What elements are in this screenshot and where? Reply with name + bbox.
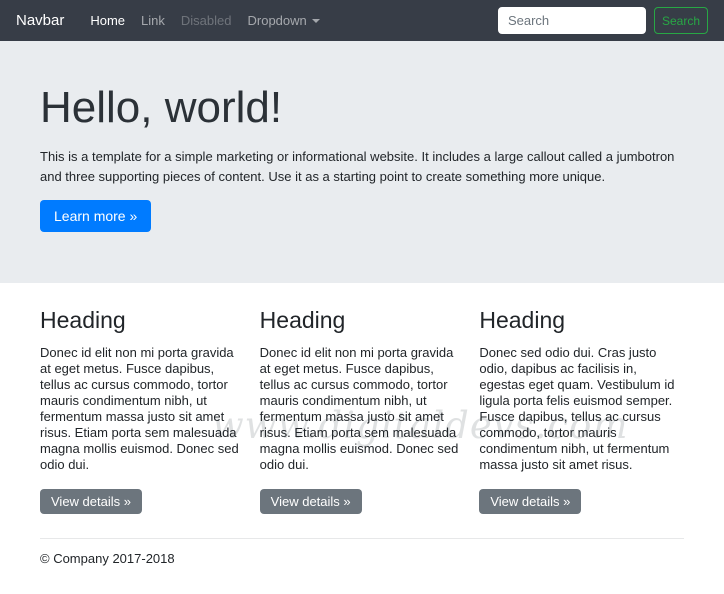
content: Heading Donec id elit non mi porta gravi… (0, 283, 724, 566)
copyright-text: © Company 2017-2018 (40, 550, 175, 566)
navbar-nav: Home Link Disabled Dropdown (82, 9, 327, 32)
column-heading: Heading (479, 307, 566, 333)
column-body: Donec id elit non mi porta gravida at eg… (259, 344, 459, 472)
view-details-button-1[interactable]: View details » (40, 488, 142, 514)
search-form: Search (497, 7, 708, 34)
column-3: Heading Donec sed odio dui. Cras justo o… (479, 307, 684, 514)
footer-divider (40, 537, 684, 539)
learn-more-button[interactable]: Learn more » (40, 199, 152, 232)
jumbotron-description: This is a template for a simple marketin… (40, 148, 675, 184)
caret-down-icon (311, 18, 320, 23)
column-2: Heading Donec id elit non mi porta gravi… (259, 307, 465, 514)
column-body: Donec id elit non mi porta gravida at eg… (40, 344, 239, 472)
column-heading: Heading (40, 307, 126, 333)
view-details-button-2[interactable]: View details » (259, 488, 362, 514)
navbar: Navbar Home Link Disabled Dropdown Searc… (0, 0, 724, 41)
column-body: Donec sed odio dui. Cras justo odio, dap… (479, 344, 675, 472)
view-details-button-3[interactable]: View details » (479, 488, 582, 514)
nav-item-disabled: Disabled (180, 13, 232, 28)
navbar-brand[interactable]: Navbar (16, 12, 64, 29)
footer: © Company 2017-2018 (40, 551, 684, 566)
search-button[interactable]: Search (653, 7, 708, 34)
jumbotron-title: Hello, world! (40, 83, 283, 132)
nav-item-link[interactable]: Link (133, 9, 173, 32)
search-input[interactable] (497, 7, 646, 34)
nav-item-home[interactable]: Home (82, 9, 133, 32)
nav-item-dropdown[interactable]: Dropdown (240, 9, 328, 32)
column-heading: Heading (259, 307, 346, 333)
jumbotron: Hello, world! This is a template for a s… (0, 41, 724, 283)
nav-item-dropdown-label: Dropdown (247, 13, 307, 28)
columns-row: Heading Donec id elit non mi porta gravi… (40, 307, 684, 514)
column-1: Heading Donec id elit non mi porta gravi… (40, 307, 245, 514)
